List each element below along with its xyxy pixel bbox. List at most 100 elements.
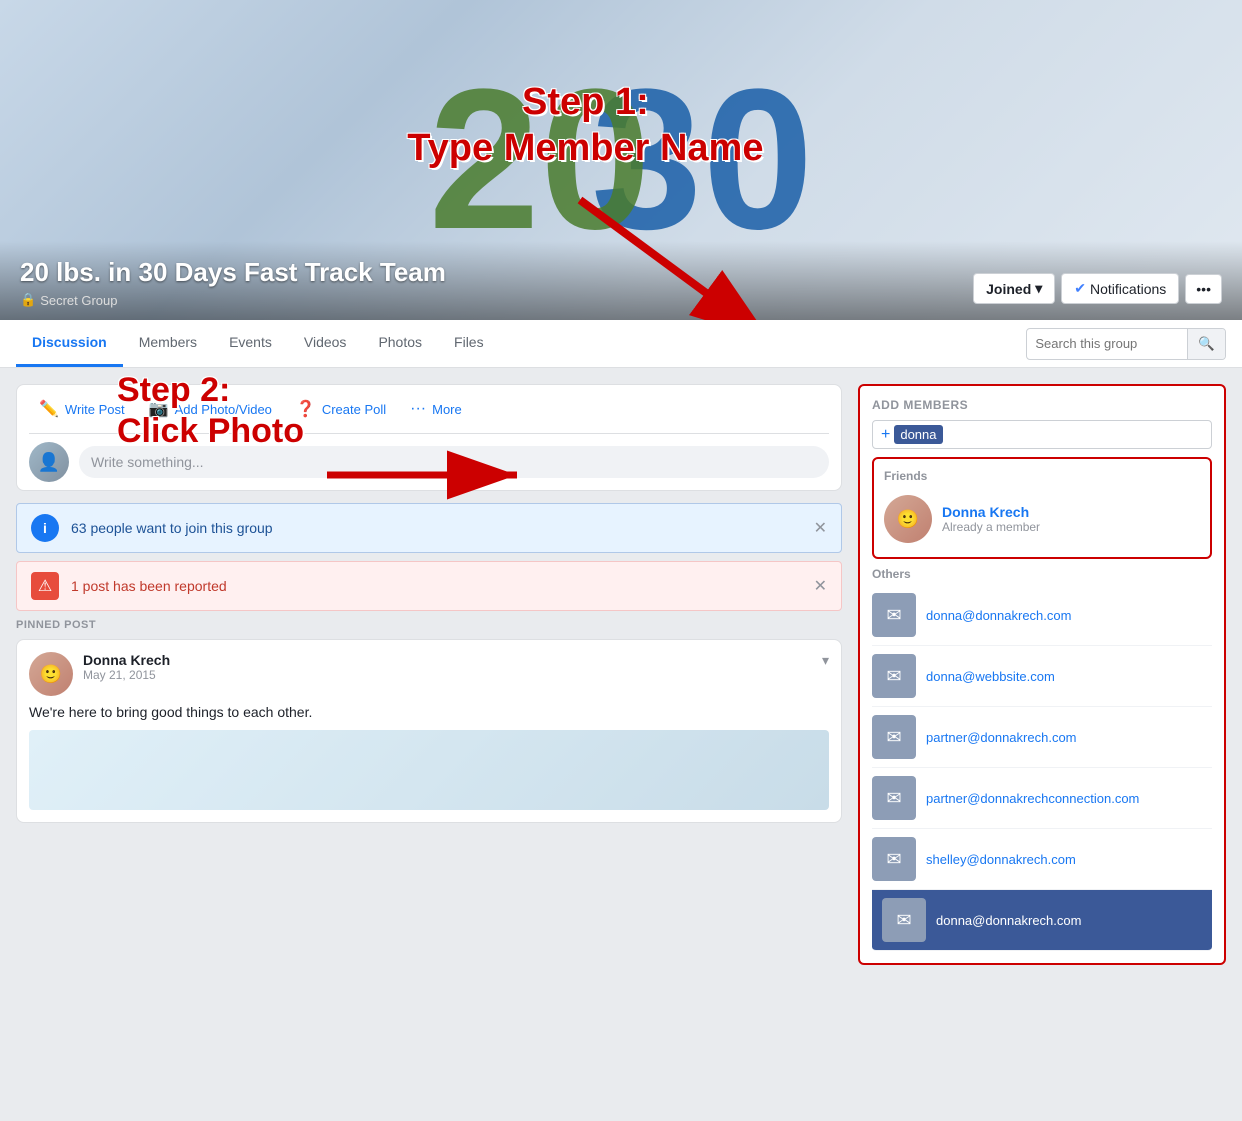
group-info: 20 lbs. in 30 Days Fast Track Team 🔒 Sec… [20,257,446,308]
group-name: 20 lbs. in 30 Days Fast Track Team [20,257,446,288]
joined-label: Joined [986,281,1031,297]
email-avatar-1: ✉ [872,654,916,698]
other-row-2[interactable]: ✉ partner@donnakrech.com [872,707,1212,768]
tab-discussion[interactable]: Discussion [16,320,123,367]
tab-events[interactable]: Events [213,320,288,367]
group-secret: 🔒 Secret Group [20,292,446,308]
email-avatar-3: ✉ [872,776,916,820]
tab-members[interactable]: Members [123,320,213,367]
search-group-input[interactable] [1027,336,1187,351]
join-request-close[interactable]: ✕ [814,518,827,538]
others-section: Others ✉ donna@donnakrech.com ✉ donna@we… [872,567,1212,951]
lock-icon: 🔒 [20,292,36,308]
email-avatar-4: ✉ [872,837,916,881]
friend-avatar-image: 🙂 [884,495,932,543]
add-photo-button[interactable]: 📷 Add Photo/Video [139,393,282,425]
composer-actions: ✏️ Write Post 📷 Add Photo/Video ❓ Create… [29,393,829,434]
step1-line2: Type Member Name [407,126,763,172]
write-something-input[interactable]: Write something... [79,446,829,478]
mail-icon-3: ✉ [886,788,901,809]
cover-actions: Joined ▾ ✔ Notifications ••• [973,273,1222,304]
mail-icon-4: ✉ [886,849,901,870]
joined-button[interactable]: Joined ▾ [973,273,1055,304]
add-photo-label: Add Photo/Video [175,402,272,417]
report-close[interactable]: ✕ [814,576,827,596]
tab-files[interactable]: Files [438,320,500,367]
dots-icon: ··· [410,400,426,418]
post-avatar-image: 🙂 [29,652,73,696]
others-label: Others [872,567,1212,581]
mail-icon-2: ✉ [886,727,901,748]
other-row-4[interactable]: ✉ shelley@donnakrech.com [872,829,1212,890]
more-label: ••• [1196,281,1211,297]
group-type-label: Secret Group [40,293,117,308]
other-email-3: partner@donnakrechconnection.com [926,791,1139,806]
post-header: 🙂 Donna Krech May 21, 2015 ▾ [29,652,829,696]
user-avatar: 👤 [29,442,69,482]
warning-icon: ⚠ [31,572,59,600]
report-bar: ⚠ 1 post has been reported ✕ [16,561,842,611]
friends-label: Friends [884,469,1200,483]
add-plus-icon: + [881,426,890,444]
email-avatar-2: ✉ [872,715,916,759]
other-email-5: donna@donnakrech.com [936,913,1081,928]
other-row-0[interactable]: ✉ donna@donnakrech.com [872,585,1212,646]
post-expand-button[interactable]: ▾ [822,652,829,669]
post-author-name[interactable]: Donna Krech [83,652,170,668]
user-avatar-image: 👤 [29,442,69,482]
check-icon: ✔ [1074,280,1086,297]
notifications-label: Notifications [1090,281,1166,297]
post-date: May 21, 2015 [83,668,170,682]
mail-icon-1: ✉ [886,666,901,687]
post-composer: ✏️ Write Post 📷 Add Photo/Video ❓ Create… [16,384,842,491]
right-column: ADD MEMBERS + donna Friends 🙂 Donna Krec… [842,384,1242,977]
camera-icon: 📷 [149,399,169,419]
create-poll-button[interactable]: ❓ Create Poll [286,393,396,425]
more-label: More [432,402,462,417]
post-author-avatar[interactable]: 🙂 [29,652,73,696]
write-post-button[interactable]: ✏️ Write Post [29,393,135,425]
tab-photos[interactable]: Photos [362,320,438,367]
step1-annotation: Step 1: Type Member Name [407,80,763,171]
mail-icon-5: ✉ [896,910,911,931]
report-text: 1 post has been reported [71,578,227,594]
post-text: We're here to bring good things to each … [29,704,829,720]
write-post-label: Write Post [65,402,125,417]
other-email-1: donna@webbsite.com [926,669,1055,684]
friend-sub: Already a member [942,520,1040,534]
other-email-2: partner@donnakrech.com [926,730,1077,745]
cover-photo: 20 30 Step 1: Type Member Name 20 lbs. i… [0,0,1242,320]
info-icon: i [31,514,59,542]
email-avatar-5: ✉ [882,898,926,942]
other-row-3[interactable]: ✉ partner@donnakrechconnection.com [872,768,1212,829]
more-actions-button[interactable]: ··· More [400,394,472,424]
friend-name: Donna Krech [942,504,1040,520]
other-row-1[interactable]: ✉ donna@webbsite.com [872,646,1212,707]
left-column: ✏️ Write Post 📷 Add Photo/Video ❓ Create… [0,384,842,977]
post-card: 🙂 Donna Krech May 21, 2015 ▾ We're here … [16,639,842,823]
friend-info: Donna Krech Already a member [942,504,1040,534]
poll-icon: ❓ [296,399,316,419]
write-post-icon: ✏️ [39,399,59,419]
main-layout: ✏️ Write Post 📷 Add Photo/Video ❓ Create… [0,368,1242,977]
post-image [29,730,829,810]
nav-tabs: Discussion Members Events Videos Photos … [0,320,1242,368]
notifications-button[interactable]: ✔ Notifications [1061,273,1179,304]
step1-line1: Step 1: [407,80,763,126]
search-icon: 🔍 [1198,336,1215,351]
tab-videos[interactable]: Videos [288,320,363,367]
mail-icon-0: ✉ [886,605,901,626]
joined-chevron: ▾ [1035,280,1042,297]
add-members-title: ADD MEMBERS [872,398,1212,412]
other-email-4: shelley@donnakrech.com [926,852,1076,867]
join-request-text: 63 people want to join this group [71,520,273,536]
typed-value: donna [894,425,942,444]
other-row-5[interactable]: ✉ donna@donnakrech.com [872,890,1212,951]
composer-body: 👤 Write something... [29,442,829,482]
email-avatar-0: ✉ [872,593,916,637]
more-button[interactable]: ••• [1185,274,1222,304]
search-group-box: 🔍 [1026,328,1226,360]
friend-row[interactable]: 🙂 Donna Krech Already a member [884,491,1200,547]
search-group-button[interactable]: 🔍 [1187,329,1225,359]
create-poll-label: Create Poll [322,402,386,417]
